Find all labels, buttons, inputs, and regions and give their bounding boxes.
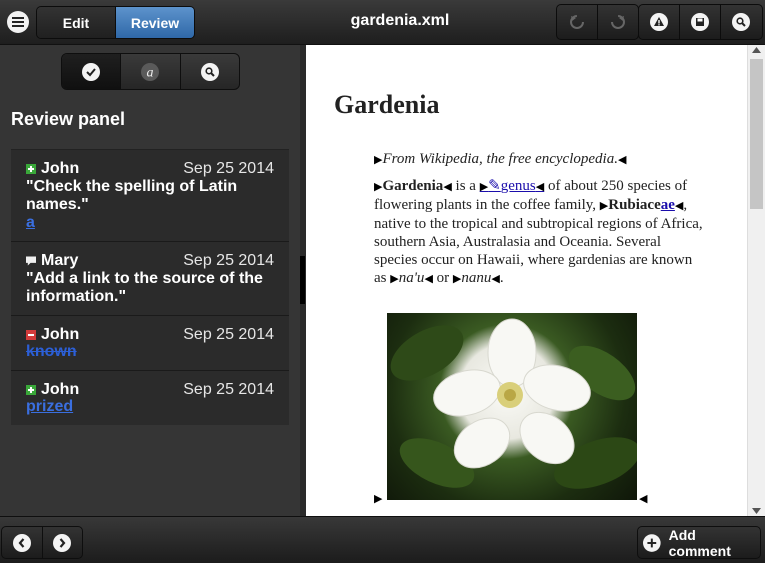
- link-text: genus: [500, 178, 536, 194]
- comment-text: "Add a link to the source of the informa…: [26, 270, 263, 305]
- review-date: Sep 25 2014: [183, 381, 274, 398]
- review-date: Sep 25 2014: [183, 252, 274, 269]
- redo-icon: [611, 15, 625, 29]
- undo-button[interactable]: [557, 5, 597, 39]
- author-name: John: [41, 380, 80, 398]
- tag-start-icon: ▶: [479, 181, 489, 193]
- tag-start-icon: ▶: [599, 200, 609, 212]
- document-heading: Gardenia: [334, 90, 440, 119]
- deletion-icon: [26, 329, 36, 340]
- family-term: Rubiace: [608, 197, 661, 213]
- checkmark-icon: [82, 62, 101, 81]
- top-toolbar: Edit Review gardenia.xml: [0, 0, 765, 45]
- author-name: Mary: [41, 251, 79, 269]
- image-tag-end: ◀: [639, 489, 659, 508]
- next-change-button[interactable]: [41, 527, 83, 558]
- comment-text: "Check the spelling of Latin names.": [26, 178, 238, 213]
- review-filter-switcher: a: [61, 53, 240, 90]
- review-navigation: [1, 526, 83, 559]
- tag-end-icon: ◀: [617, 154, 627, 166]
- search-button[interactable]: [720, 5, 761, 39]
- menu-button[interactable]: [7, 11, 29, 33]
- plus-icon: [643, 533, 661, 552]
- vertical-scrollbar[interactable]: [747, 45, 765, 516]
- document-area[interactable]: Gardenia ▶From Wikipedia, the free encyc…: [306, 45, 747, 516]
- filter-search-button[interactable]: [179, 54, 239, 89]
- review-item[interactable]: John Sep 25 2014 "Check the spelling of …: [11, 149, 289, 241]
- source-line: ▶From Wikipedia, the free encyclopedia.◀: [374, 150, 704, 169]
- insertion-icon: [26, 163, 36, 174]
- validate-button[interactable]: [639, 5, 679, 39]
- tag-start-icon: ▶: [374, 493, 383, 505]
- warning-icon: [650, 13, 668, 31]
- hawaiian-name: na'u: [398, 270, 425, 286]
- review-date: Sep 25 2014: [183, 160, 274, 177]
- paragraph-text: is a: [455, 178, 476, 194]
- tag-start-icon: ▶: [390, 273, 399, 285]
- tag-end-icon: ◀: [443, 181, 452, 193]
- chevron-left-icon: [12, 533, 31, 552]
- inserted-text[interactable]: ae: [661, 197, 675, 213]
- chevron-right-icon: [53, 533, 72, 552]
- action-group: [638, 4, 763, 40]
- paragraph-text: or: [436, 270, 450, 286]
- hawaiian-name: nanu: [461, 270, 492, 286]
- tag-end-icon: ◀: [639, 493, 648, 505]
- gardenia-image[interactable]: [387, 313, 640, 500]
- mode-switcher: Edit Review: [36, 6, 195, 39]
- undo-icon: [570, 15, 584, 29]
- review-list: John Sep 25 2014 "Check the spelling of …: [11, 149, 289, 425]
- author-name: John: [41, 159, 80, 177]
- filter-accept-button[interactable]: [62, 54, 121, 89]
- add-comment-button[interactable]: Add comment: [637, 526, 761, 559]
- search-icon: [200, 62, 219, 81]
- filter-annotation-button[interactable]: a: [120, 54, 179, 89]
- save-icon: [691, 13, 709, 31]
- paragraph-text: .: [499, 270, 504, 286]
- save-button[interactable]: [679, 5, 720, 39]
- term: Gardenia: [382, 178, 444, 194]
- bottom-toolbar: Add comment: [0, 516, 765, 563]
- link-icon: ✎: [488, 178, 501, 194]
- search-icon: [732, 13, 750, 31]
- review-item[interactable]: Mary Sep 25 2014 "Add a link to the sour…: [11, 241, 289, 315]
- scroll-thumb[interactable]: [750, 59, 763, 209]
- svg-text:a: a: [147, 65, 154, 80]
- review-item[interactable]: John Sep 25 2014 known: [11, 315, 289, 370]
- scroll-down-icon[interactable]: [752, 508, 761, 514]
- review-item[interactable]: John Sep 25 2014 prized: [11, 370, 289, 425]
- author-name: John: [41, 325, 80, 343]
- tag-end-icon: ◀: [491, 273, 500, 285]
- splitter-handle[interactable]: [300, 256, 305, 304]
- comment-icon: [26, 255, 36, 266]
- tab-edit[interactable]: Edit: [37, 7, 115, 38]
- insertion-icon: [26, 384, 36, 395]
- paragraph: ▶Gardenia◀ is a ▶✎genus◀ of about 250 sp…: [374, 177, 704, 288]
- tab-review[interactable]: Review: [115, 7, 194, 38]
- add-comment-label: Add comment: [668, 526, 731, 559]
- menu-icon: [12, 17, 24, 27]
- change-link[interactable]: known: [26, 343, 274, 361]
- genus-link[interactable]: ▶✎genus◀: [480, 178, 545, 194]
- change-link[interactable]: a: [26, 214, 274, 232]
- change-link[interactable]: prized: [26, 398, 274, 416]
- source-text: From Wikipedia, the free encyclopedia.: [382, 151, 618, 167]
- redo-button[interactable]: [597, 5, 638, 39]
- previous-change-button[interactable]: [2, 527, 42, 558]
- undo-redo-group: [556, 4, 639, 40]
- review-date: Sep 25 2014: [183, 326, 274, 343]
- annotation-icon: a: [141, 62, 160, 81]
- panel-title: Review panel: [11, 109, 126, 129]
- tag-end-icon: ◀: [424, 273, 433, 285]
- review-panel: a Review panel John Sep 25 2014 "Check t…: [0, 45, 300, 516]
- scroll-up-icon[interactable]: [752, 47, 761, 53]
- tag-end-icon: ◀: [535, 181, 545, 193]
- document-title: gardenia.xml: [350, 12, 450, 29]
